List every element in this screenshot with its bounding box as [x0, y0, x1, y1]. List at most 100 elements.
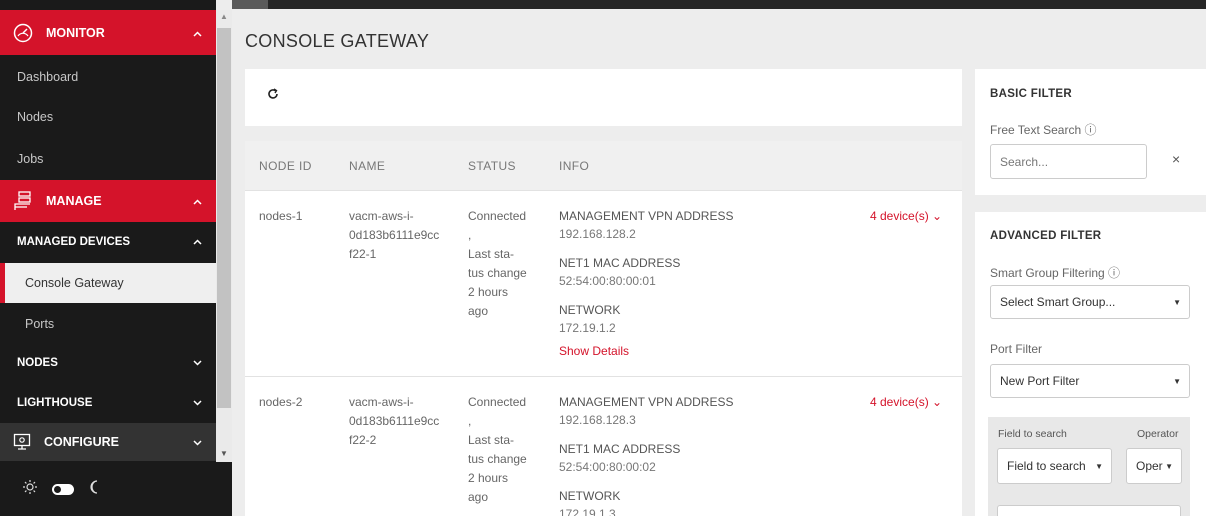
smart-group-value: Select Smart Group... [1000, 295, 1116, 309]
refresh-icon[interactable] [267, 87, 279, 105]
network-label: NETWORK [559, 489, 621, 503]
chevron-up-icon [193, 26, 202, 40]
status-line: ago [468, 490, 489, 504]
network-value: 172.19.1.2 [559, 321, 616, 335]
sidebar-item-console-gateway[interactable]: Console Gateway [0, 263, 216, 303]
operator-value: Oper [1136, 459, 1163, 473]
column-header-status[interactable]: STATUS [468, 159, 516, 173]
caret-down-icon: ▼ [1165, 461, 1173, 471]
chevron-up-icon [193, 236, 202, 248]
table-row[interactable]: nodes-1 vacm-aws-i- 0d183b6111e9cc f22-1… [245, 190, 962, 376]
top-bar-accent [232, 0, 268, 9]
scroll-up-arrow-icon[interactable]: ▲ [220, 12, 228, 21]
managed-devices-label: MANAGED DEVICES [17, 236, 131, 248]
search-input[interactable]: Search... [990, 144, 1147, 179]
network-value: 172.19.1.3 [559, 507, 616, 516]
mac-label: NET1 MAC ADDRESS [559, 256, 681, 270]
column-header-info[interactable]: INFO [559, 159, 589, 173]
theme-switcher [0, 462, 232, 516]
scroll-thumb[interactable] [217, 28, 231, 408]
mac-value: 52:54:00:80:00:01 [559, 274, 656, 288]
chevron-down-icon [193, 397, 202, 409]
theme-toggle[interactable] [52, 483, 74, 495]
column-header-node-id[interactable]: NODE ID [259, 159, 312, 173]
caret-down-icon: ▼ [1173, 376, 1181, 386]
info-cell: MANAGEMENT VPN ADDRESS 192.168.128.3 NET… [559, 393, 733, 516]
top-bar [232, 0, 1206, 9]
page-title: CONSOLE GATEWAY [245, 31, 430, 51]
devices-dropdown[interactable]: 4 device(s) ⌄ [870, 209, 942, 223]
settings-monitor-icon [12, 432, 32, 452]
field-to-search-select[interactable]: Field to search ▼ [997, 448, 1112, 484]
server-rack-icon [12, 190, 34, 212]
status-line: 2 hours [468, 285, 509, 299]
port-filter-value: New Port Filter [1000, 374, 1080, 388]
field-to-search-value: Field to search [1007, 459, 1086, 473]
show-details-link[interactable]: Show Details [559, 342, 733, 360]
mgmt-vpn-label: MANAGEMENT VPN ADDRESS [559, 395, 734, 409]
status-line: tus change [468, 452, 527, 466]
network-label: NETWORK [559, 303, 621, 317]
nodes-group[interactable]: NODES [0, 343, 216, 383]
moon-icon[interactable] [88, 479, 100, 500]
mac-label: NET1 MAC ADDRESS [559, 442, 681, 456]
name-line: vacm-aws-i- [349, 209, 414, 223]
name-line: 0d183b6111e9cc [349, 414, 440, 428]
sun-icon[interactable] [22, 479, 38, 500]
dashboard-gauge-icon [12, 22, 34, 44]
mac-value: 52:54:00:80:00:02 [559, 460, 656, 474]
status-cell: Connected , Last sta- tus change 2 hours… [468, 207, 527, 321]
lighthouse-group[interactable]: LIGHTHOUSE [0, 383, 216, 423]
operator-select[interactable]: Oper ▼ [1126, 448, 1182, 484]
sidebar-item-nodes[interactable]: Nodes [0, 97, 216, 137]
status-line: , [468, 228, 472, 242]
basic-filter-title: BASIC FILTER [990, 88, 1072, 100]
status-line: 2 hours [468, 471, 509, 485]
info-cell: MANAGEMENT VPN ADDRESS 192.168.128.2 NET… [559, 207, 733, 360]
clear-search-icon[interactable]: × [1172, 151, 1180, 167]
name-cell: vacm-aws-i- 0d183b6111e9cc f22-1 [349, 207, 439, 264]
configure-section-header[interactable]: CONFIGURE [0, 423, 216, 461]
smart-group-select[interactable]: Select Smart Group... ▼ [990, 285, 1190, 319]
node-id-cell: nodes-2 [259, 395, 303, 409]
chevron-up-icon [193, 194, 202, 208]
operator-label: Operator [1137, 428, 1179, 440]
status-line: Last sta- [468, 433, 515, 447]
status-line: tus change [468, 266, 527, 280]
name-line: f22-2 [349, 433, 377, 447]
advanced-filter-title: ADVANCED FILTER [990, 230, 1102, 242]
toolbar [245, 69, 962, 126]
sidebar-item-dashboard[interactable]: Dashboard [0, 57, 216, 97]
sidebar-scrollbar[interactable]: ▲ ▼ [216, 10, 232, 462]
caret-down-icon: ▼ [1173, 297, 1181, 307]
sidebar: MONITOR Dashboard Nodes Jobs MANAGE MANA… [0, 0, 216, 516]
sidebar-item-jobs[interactable]: Jobs [0, 139, 216, 179]
port-filter-select[interactable]: New Port Filter ▼ [990, 364, 1190, 398]
table-header: NODE ID NAME STATUS INFO [245, 141, 962, 190]
mgmt-vpn-label: MANAGEMENT VPN ADDRESS [559, 209, 734, 223]
manage-section-header[interactable]: MANAGE [0, 180, 216, 222]
node-id-cell: nodes-1 [259, 209, 303, 223]
devices-dropdown[interactable]: 4 device(s) ⌄ [870, 395, 942, 409]
managed-devices-group[interactable]: MANAGED DEVICES [0, 222, 216, 262]
table-row[interactable]: nodes-2 vacm-aws-i- 0d183b6111e9cc f22-2… [245, 376, 962, 516]
free-text-search-label: Free Text Search ⓘ [990, 123, 1097, 137]
chevron-down-icon [193, 435, 202, 449]
search-placeholder: Search... [1000, 154, 1049, 169]
column-header-name[interactable]: NAME [349, 159, 385, 173]
sidebar-item-ports[interactable]: Ports [0, 304, 216, 344]
scroll-down-arrow-icon[interactable]: ▼ [220, 449, 228, 458]
status-line: Connected [468, 395, 527, 409]
smart-group-label: Smart Group Filtering ⓘ [990, 266, 1121, 280]
mgmt-vpn-value: 192.168.128.2 [559, 227, 636, 241]
caret-down-icon: ▼ [1095, 461, 1103, 471]
chevron-down-icon [193, 357, 202, 369]
status-line: Last sta- [468, 247, 515, 261]
port-filter-label: Port Filter [990, 342, 1043, 356]
name-line: f22-1 [349, 247, 377, 261]
status-line: Connected [468, 209, 527, 223]
search-value-input[interactable] [997, 505, 1181, 516]
field-to-search-label: Field to search [998, 428, 1067, 440]
lighthouse-group-label: LIGHTHOUSE [17, 397, 93, 409]
monitor-section-header[interactable]: MONITOR [0, 10, 216, 55]
